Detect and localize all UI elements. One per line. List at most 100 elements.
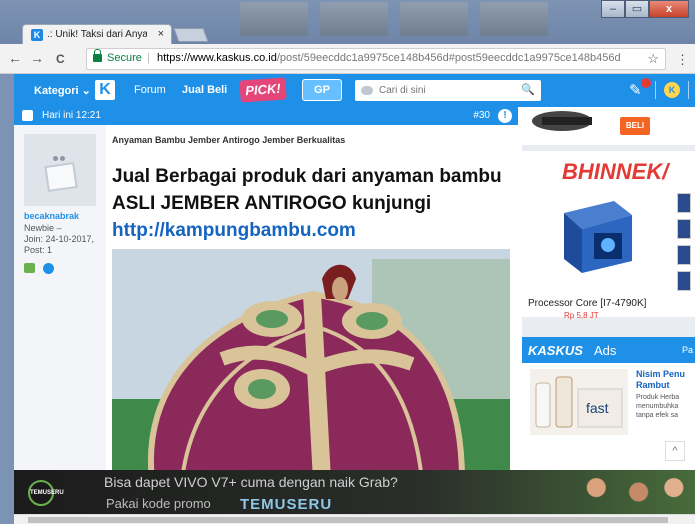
nav-divider xyxy=(655,81,656,99)
back-button[interactable]: ← xyxy=(8,50,22,66)
search-icon[interactable]: 🔍 xyxy=(521,83,535,96)
browser-menu-icon[interactable]: ⋮ xyxy=(676,52,689,68)
post-header: Hari ini 12:21 #30 ! xyxy=(14,107,518,125)
secure-label: Secure xyxy=(107,52,142,64)
nav-actions: ✎ K xyxy=(629,78,689,99)
product-thumbnails xyxy=(677,193,695,297)
lock-icon xyxy=(93,49,102,62)
headline-text: Jual Berbagai produk dari anyaman bambu … xyxy=(112,166,502,214)
post-subject: Anyaman Bambu Jember Antirogo Jember Ber… xyxy=(112,135,346,145)
search-box[interactable]: 🔍 xyxy=(355,80,541,101)
product-thumb[interactable] xyxy=(677,271,691,291)
minimize-button[interactable]: – xyxy=(601,0,625,18)
browser-tab[interactable]: K .: Unik! Taksi dari Anyam × xyxy=(22,24,172,44)
banner-brand: TEMUSERU xyxy=(240,496,333,513)
ad-title[interactable]: Nisim Penu Rambut xyxy=(636,369,694,391)
nav-pick-logo[interactable]: PICK! xyxy=(239,77,287,103)
ad-fast-label: fast xyxy=(586,400,609,416)
user-post-count: Post: 1 xyxy=(24,245,53,255)
kaskus-navbar: Kategori ⌄ K Forum Jual Beli PICK! GP 🔍 … xyxy=(0,74,695,107)
bhinneka-logo: BHINNEK/ xyxy=(562,159,669,184)
nav-gp-logo[interactable]: GP xyxy=(302,79,342,101)
post-info-icon[interactable]: ! xyxy=(498,109,512,123)
bookmark-star-icon[interactable]: ☆ xyxy=(647,51,659,67)
reputation-icon[interactable] xyxy=(43,263,54,274)
kampungbambu-link[interactable]: http://kampungbambu.com xyxy=(112,220,356,241)
taskbar-thumbnail[interactable] xyxy=(480,2,548,36)
user-join-date: Join: 24-10-2017, xyxy=(24,234,95,244)
post-content: Anyaman Bambu Jember Antirogo Jember Ber… xyxy=(106,125,518,480)
nav-forum[interactable]: Forum xyxy=(134,84,166,96)
url-host: https://www.kaskus.co.id xyxy=(157,52,277,64)
taskbar-thumbnail[interactable] xyxy=(320,2,388,36)
user-rank: Newbie – xyxy=(24,223,62,233)
tab-title: .: Unik! Taksi dari Anyam xyxy=(47,29,147,40)
post-number-link[interactable]: #30 xyxy=(473,110,490,121)
avatar-face-icon xyxy=(52,152,68,161)
close-window-button[interactable]: x xyxy=(649,0,689,18)
horizontal-scrollbar[interactable] xyxy=(14,514,695,524)
sponsored-ad[interactable]: fast Nisim Penu Rambut Produk Herba menu… xyxy=(522,363,695,480)
kaskus-ads-label: Ads xyxy=(594,343,617,358)
product-price: Rp 5,8 JT xyxy=(564,311,599,320)
ad-product-image: fast xyxy=(530,369,628,435)
post-headline: Jual Berbagai produk dari anyaman bambu … xyxy=(112,163,512,244)
taskbar-thumbnails xyxy=(240,0,620,40)
browser-toolbar: ← → C Secure | https://www.kaskus.co.id/… xyxy=(0,44,695,74)
kaskus-coin-icon[interactable]: K xyxy=(664,82,680,98)
temuseru-logo: TEMUSERU xyxy=(28,480,64,506)
kaskus-ads-header: KASKUS Ads Pa xyxy=(522,337,695,363)
url-separator: | xyxy=(147,52,150,64)
url-path: /post/59eecddc1a9975ce148b456d#post59eec… xyxy=(276,52,621,64)
tab-close-icon[interactable]: × xyxy=(158,28,164,40)
address-bar[interactable]: Secure | https://www.kaskus.co.id/post/5… xyxy=(86,48,666,70)
window-controls: – ▭ x xyxy=(601,0,689,18)
left-window-edge xyxy=(0,74,14,524)
post-date: Hari ini 12:21 xyxy=(42,110,101,121)
kategori-menu[interactable]: Kategori ⌄ xyxy=(34,84,91,97)
ads-more-link[interactable]: Pa xyxy=(682,345,693,355)
user-badges xyxy=(24,263,54,274)
avatar[interactable] xyxy=(24,134,96,206)
nav-divider xyxy=(688,81,689,99)
bottom-banner-ad[interactable]: TEMUSERU Bisa dapet VIVO V7+ cuma dengan… xyxy=(14,470,695,514)
search-input[interactable] xyxy=(379,82,519,98)
banner-subtext: Pakai kode promo xyxy=(106,496,211,511)
nav-jual-beli[interactable]: Jual Beli xyxy=(182,84,227,96)
notification-badge xyxy=(641,78,651,88)
poster-info: becaknabrak Newbie – Join: 24-10-2017, P… xyxy=(14,125,106,480)
scrollbar-thumb[interactable] xyxy=(28,517,668,523)
avatar-box-icon xyxy=(44,162,78,192)
product-title[interactable]: Processor Core [I7-4790K] xyxy=(528,298,646,309)
basket-illustration xyxy=(112,249,510,480)
kaskus-favicon-icon: K xyxy=(31,29,43,41)
bhinneka-ad[interactable]: BHINNEK/ Processor Core [I7-4790K] Rp 5,… xyxy=(522,151,695,320)
bamboo-basket-photo xyxy=(112,249,510,480)
product-thumb[interactable] xyxy=(677,245,691,265)
ad-description: Produk Herba menumbuhka tanpa efek sa xyxy=(636,394,680,419)
product-thumb[interactable] xyxy=(677,219,691,239)
username-link[interactable]: becaknabrak xyxy=(24,211,79,221)
right-sidebar: BELI BHINNEK/ Processor Core [I7-4790K] … xyxy=(522,107,695,480)
forward-button[interactable]: → xyxy=(30,50,44,66)
window-titlebar: – ▭ x K .: Unik! Taksi dari Anyam × xyxy=(0,0,695,44)
taskbar-thumbnail[interactable] xyxy=(240,2,308,36)
product-thumb[interactable] xyxy=(677,193,691,213)
post-select-checkbox[interactable] xyxy=(22,110,33,121)
intel-processor-box xyxy=(564,201,632,273)
scroll-to-top-button[interactable]: ^ xyxy=(665,441,685,461)
message-icon[interactable] xyxy=(24,263,35,273)
banner-people-photo xyxy=(554,470,695,514)
kaskus-ads-brand: KASKUS xyxy=(528,343,583,358)
new-tab-button[interactable] xyxy=(173,28,209,42)
reload-button[interactable]: C xyxy=(56,52,65,66)
buy-button[interactable]: BELI xyxy=(620,117,650,135)
banner-headline: Bisa dapet VIVO V7+ cuma dengan naik Gra… xyxy=(104,474,398,490)
maximize-button[interactable]: ▭ xyxy=(625,0,649,18)
url-text[interactable]: https://www.kaskus.co.id/post/59eecddc1a… xyxy=(157,52,621,64)
create-thread-icon[interactable]: ✎ xyxy=(629,78,651,99)
product-card-top: BELI xyxy=(522,107,695,145)
kaskus-logo[interactable]: K xyxy=(95,80,115,100)
taskbar-thumbnail[interactable] xyxy=(400,2,468,36)
chat-bubble-icon xyxy=(361,86,373,95)
